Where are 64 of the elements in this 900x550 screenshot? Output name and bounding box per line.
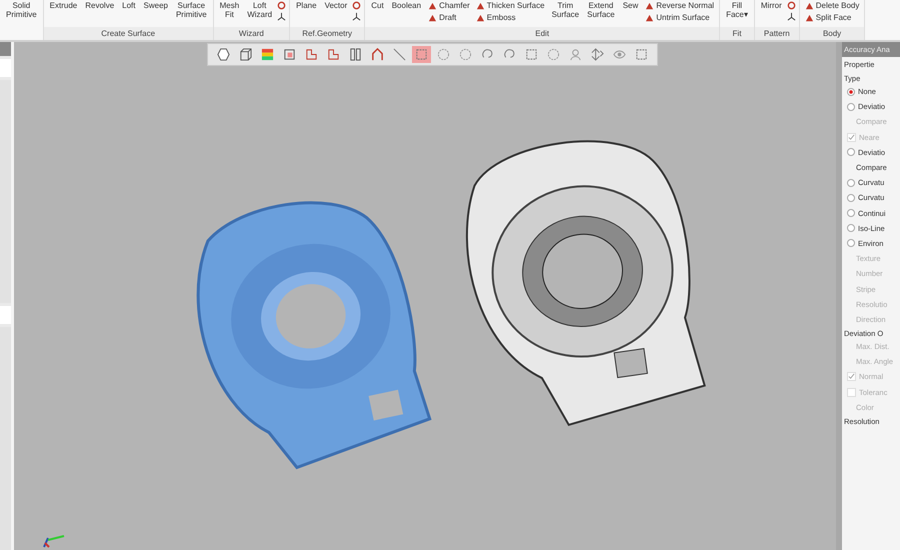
ribbon-button[interactable]: Fill Face▾ <box>723 0 751 20</box>
ribbon-button[interactable]: Solid Primitive <box>3 0 40 20</box>
ribbon-button[interactable]: Boolean <box>388 0 424 11</box>
axis-triad-icon <box>42 534 66 548</box>
radio-button[interactable] <box>847 148 855 156</box>
vertical-arrows-icon <box>591 48 604 61</box>
group-label: Ref.Geometry <box>290 27 364 40</box>
ribbon-button[interactable]: Extend Surface <box>584 0 618 20</box>
dashed-rectangle-icon <box>635 48 648 61</box>
hexagon-icon <box>217 48 230 61</box>
radio-button[interactable] <box>847 209 855 218</box>
line-icon <box>393 48 406 61</box>
ribbon-button[interactable]: Thicken Surface <box>474 0 547 12</box>
ribbon-button[interactable]: Draft <box>426 12 472 24</box>
dashed-circle-icon <box>547 48 560 61</box>
ribbon-button[interactable]: Sweep <box>140 0 171 11</box>
group-label: Edit <box>365 27 720 40</box>
dashed-circle-icon <box>437 48 450 61</box>
ribbon-button[interactable]: Vector <box>322 0 350 11</box>
radio-button[interactable] <box>847 102 855 111</box>
tool-icon[interactable] <box>352 1 362 10</box>
group-label: Pattern <box>754 27 799 40</box>
radio-button[interactable] <box>847 224 855 232</box>
radio-button[interactable] <box>847 88 855 96</box>
ribbon-button[interactable]: Surface Primitive <box>172 0 210 20</box>
group-label: Create Surface <box>44 27 213 40</box>
eye-icon <box>613 48 626 61</box>
ribbon-button[interactable]: Plane <box>293 0 320 11</box>
axes-icon[interactable] <box>277 12 286 21</box>
step-shape-icon <box>327 48 340 61</box>
ribbon-button[interactable]: Delete Body <box>802 0 862 12</box>
arch-icon <box>371 48 384 61</box>
ribbon-button[interactable]: Revolve <box>82 0 118 11</box>
radio-button[interactable] <box>847 194 855 202</box>
ribbon-button[interactable]: Loft <box>119 0 138 11</box>
ribbon-button[interactable]: Emboss <box>474 12 547 24</box>
radio-button[interactable] <box>847 178 855 187</box>
step-shape-icon <box>305 48 318 61</box>
axes-icon[interactable] <box>352 12 362 21</box>
ribbon-button[interactable]: Untrim Surface <box>643 12 716 24</box>
radio-button[interactable] <box>847 239 855 248</box>
box-icon <box>283 48 296 61</box>
ribbon-button[interactable]: Mesh Fit <box>216 0 242 20</box>
ribbon-button[interactable]: Extrude <box>46 0 80 11</box>
axes-icon[interactable] <box>786 12 796 21</box>
group-label: Fit <box>720 27 754 40</box>
ribbon-button[interactable]: Cut <box>368 0 387 11</box>
ribbon-button[interactable]: Mirror <box>758 0 785 11</box>
ribbon-button[interactable]: Loft Wizard <box>244 0 276 20</box>
dashed-rectangle-icon <box>415 48 428 61</box>
dashed-rectangle-icon <box>525 48 538 61</box>
dashed-circle-icon <box>459 48 472 61</box>
columns-icon <box>349 48 362 61</box>
ribbon-button[interactable]: Sew <box>620 0 642 11</box>
ribbon-button[interactable]: Split Face <box>802 12 862 24</box>
cube-icon <box>239 48 252 61</box>
ribbon-button[interactable]: Trim Surface <box>548 0 582 20</box>
ribbon-button[interactable]: Reverse Normal <box>643 0 716 12</box>
layers-icon <box>261 48 274 61</box>
ribbon-button[interactable]: Chamfer <box>426 0 472 12</box>
person-icon <box>569 48 582 61</box>
tool-icon[interactable] <box>277 1 286 10</box>
group-label: Wizard <box>214 27 290 40</box>
group-label: Body <box>800 27 864 40</box>
